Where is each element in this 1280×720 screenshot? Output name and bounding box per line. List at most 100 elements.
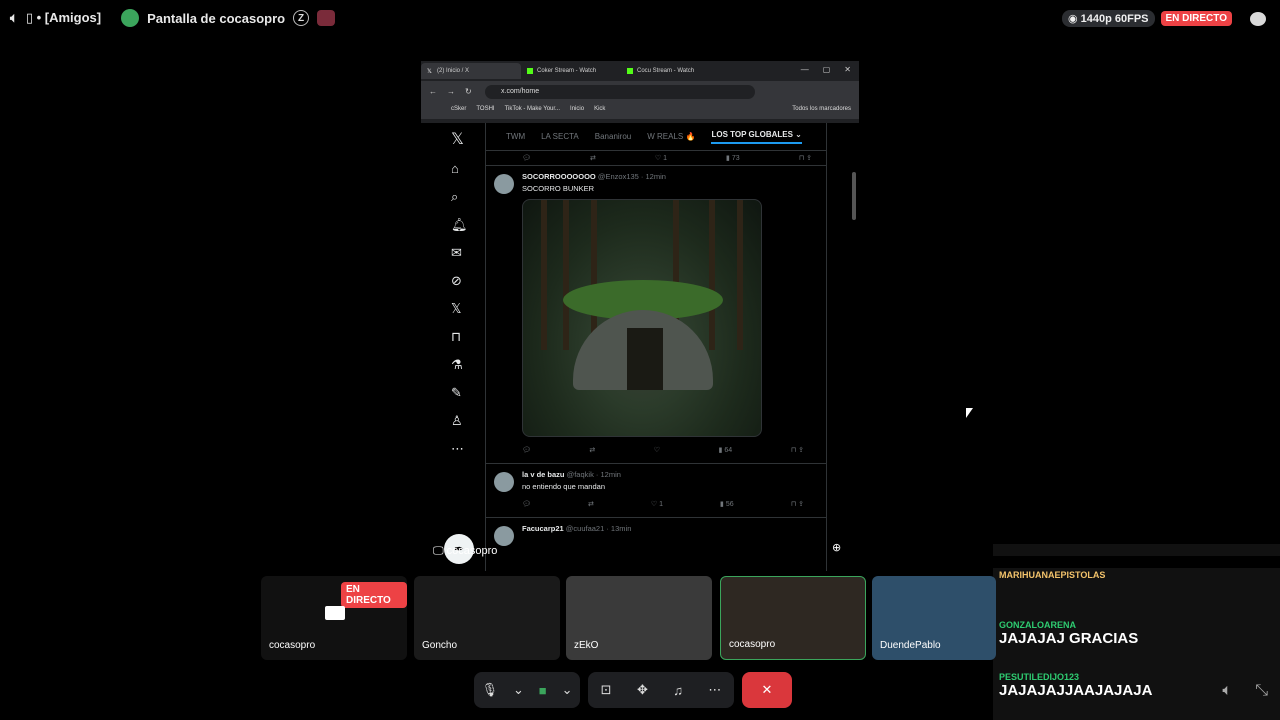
chat-message xyxy=(993,544,1280,556)
tab-la-secta[interactable]: LA SECTA xyxy=(541,132,579,141)
chat-message: PESUTILEDIJO123 JAJAJAJJAAJAJAJA 🔈︎ ⤡ xyxy=(993,670,1280,720)
tab-w-reals[interactable]: W REALS 🔥 xyxy=(647,132,695,141)
messages-icon[interactable]: ✉ xyxy=(451,245,462,261)
tweet-author[interactable]: Facucarp21 xyxy=(522,524,564,533)
timeline-tabs: TWM LA SECTA Bananirou W REALS 🔥 LOS TOP… xyxy=(486,123,826,151)
chat-message: MARIHUANAEPISTOLAS xyxy=(993,568,1280,618)
discord-icon xyxy=(121,9,140,27)
communities-icon[interactable]: ✎ xyxy=(451,385,462,401)
participant-tile[interactable]: DuendePablo xyxy=(872,576,996,660)
bookmark[interactable]: cSker xyxy=(451,106,466,119)
scrollbar[interactable] xyxy=(852,172,856,220)
reply-icon[interactable]: 💬︎ xyxy=(522,446,531,454)
quality-badge[interactable]: ◉ 1440p 60FPS xyxy=(1061,10,1155,27)
close-icon[interactable]: ✕ xyxy=(844,65,851,74)
tweet-author[interactable]: la v de bazu xyxy=(522,470,565,479)
reply-icon[interactable]: 💬︎ xyxy=(522,154,531,162)
tweet[interactable]: SOCORROOOOOOO @Enzox135 · 12min SOCORRO … xyxy=(486,165,826,463)
chat-overlay: MARIHUANAEPISTOLAS GONZALOARENA JAJAJAJ … xyxy=(993,544,1280,720)
user-avatar-icon-2 xyxy=(317,10,336,26)
premium-icon[interactable]: 𝕏 xyxy=(451,301,461,317)
chevron-down-icon[interactable]: ⌄ xyxy=(513,682,524,698)
bookmark[interactable]: Inicio xyxy=(570,106,584,119)
browser-chrome: 𝕏 (2) Inicio / X Coker Stream - Watch Coc… xyxy=(421,61,859,123)
tab-bananirou[interactable]: Bananirou xyxy=(595,132,631,141)
chat-message: GONZALOARENA JAJAJAJ GRACIAS xyxy=(993,618,1280,670)
participant-tile[interactable]: cocasopro xyxy=(720,576,866,660)
profile-icon[interactable]: ♙ xyxy=(451,413,463,429)
tweet-handle: @cuufaa21 · 13min xyxy=(565,524,632,533)
chat-text: JAJAJAJJAAJAJAJA xyxy=(999,682,1153,699)
tweet-text: no entiendo que mandan xyxy=(522,482,605,491)
forward-icon[interactable]: → xyxy=(447,87,455,96)
participant-strip: EN DIRECTO cocasopro Goncho zEkO cocasop… xyxy=(261,576,996,660)
participant-name: zEkO xyxy=(574,640,599,651)
screen-share-label: 🖵 cocasopro xyxy=(433,545,498,557)
retweet-icon[interactable]: ⇄ xyxy=(588,500,594,508)
tweet-image[interactable] xyxy=(522,199,762,437)
chevron-down-icon[interactable]: ⌄ xyxy=(562,682,573,698)
tweet[interactable]: Facucarp21 @cuufaa21 · 13min xyxy=(486,517,826,546)
activities-icon[interactable]: ✥ xyxy=(637,682,648,698)
more-icon[interactable]: ⋯ xyxy=(451,441,464,457)
like-icon[interactable]: ♡ xyxy=(654,446,660,454)
like-button[interactable]: ♡ 1 xyxy=(651,500,663,508)
chat-text: JAJAJAJ GRACIAS xyxy=(999,630,1139,647)
retweet-icon[interactable]: ⇄ xyxy=(589,446,595,454)
address-bar[interactable]: x.com/home xyxy=(485,85,755,99)
channel-prefix: ▯ • [Amigos] xyxy=(25,10,102,25)
bookmarks-bar: cSker TOSHI TikTok - Make Your... Inicio… xyxy=(421,103,859,119)
participant-tile[interactable]: Goncho xyxy=(414,576,560,660)
minimize-icon[interactable]: — xyxy=(801,65,809,74)
avatar[interactable] xyxy=(494,174,514,194)
chat-icon[interactable] xyxy=(1250,11,1266,26)
tab-twm[interactable]: TWM xyxy=(506,132,525,141)
bookmark[interactable]: Todos los marcadores xyxy=(792,106,851,119)
disconnect-button[interactable]: ✕ xyxy=(742,672,792,708)
shared-screen[interactable]: 𝕏 (2) Inicio / X Coker Stream - Watch Coc… xyxy=(421,61,859,571)
search-icon[interactable]: ⌕ xyxy=(451,189,458,205)
soundboard-icon[interactable]: ♫ xyxy=(673,683,683,698)
screen-share-button[interactable]: ⊡ xyxy=(601,682,612,698)
bookmarks-icon[interactable]: ⊓ xyxy=(451,329,461,345)
home-icon[interactable]: ⌂ xyxy=(451,161,459,176)
tab-los-top-globales[interactable]: LOS TOP GLOBALES ⌄ xyxy=(711,130,802,144)
participant-name: cocasopro xyxy=(729,639,776,650)
collapse-icon[interactable]: ⤡ xyxy=(1255,682,1268,700)
back-icon[interactable]: ← xyxy=(429,87,437,96)
retweet-icon[interactable]: ⇄ xyxy=(590,154,596,162)
zoom-icon[interactable]: ⊕ xyxy=(832,541,841,554)
bookmark[interactable]: TikTok - Make Your... xyxy=(505,106,560,119)
more-options-icon[interactable]: ⋯ xyxy=(708,682,721,698)
browser-tab[interactable]: Cocu Stream - Watch xyxy=(621,63,721,79)
bookmark[interactable]: Kick xyxy=(594,106,605,119)
like-button[interactable]: ♡ 1 xyxy=(655,154,667,162)
tweet[interactable]: la v de bazu @faqkik · 12min no entiendo… xyxy=(486,463,826,517)
notifications-icon[interactable]: 🔔︎ xyxy=(451,217,468,233)
bookmark-icon[interactable]: ⊓ ⇪ xyxy=(799,154,812,162)
bookmark[interactable]: TOSHI xyxy=(476,106,494,119)
reply-icon[interactable]: 💬︎ xyxy=(522,500,531,508)
tweet-author[interactable]: SOCORROOOOOOO xyxy=(522,172,596,181)
chat-username: PESUTILEDIJO123 xyxy=(999,672,1080,682)
volume-icon[interactable]: 🔈︎ xyxy=(1222,682,1232,700)
bookmark-icon[interactable]: ⊓ ⇪ xyxy=(791,446,804,454)
grok-icon[interactable]: ⊘ xyxy=(451,273,462,289)
browser-tab[interactable]: Coker Stream - Watch xyxy=(521,63,621,79)
bookmark-icon[interactable]: ⊓ ⇪ xyxy=(791,500,804,508)
participant-tile[interactable]: zEkO xyxy=(566,576,712,660)
microphone-icon[interactable]: 🎙︎ xyxy=(481,682,498,698)
reload-icon[interactable]: ↻ xyxy=(465,87,472,96)
tweet-handle: @faqkik · 12min xyxy=(566,470,621,479)
camera-icon[interactable]: ■ xyxy=(539,683,547,698)
avatar[interactable] xyxy=(494,526,514,546)
x-timeline: TWM LA SECTA Bananirou W REALS 🔥 LOS TOP… xyxy=(485,123,827,571)
maximize-icon[interactable]: ▢ xyxy=(823,65,831,74)
speaker-icon[interactable]: 🔈︎ xyxy=(10,10,18,26)
avatar[interactable] xyxy=(494,472,514,492)
browser-tab[interactable]: 𝕏 (2) Inicio / X xyxy=(421,63,521,79)
participant-tile[interactable]: EN DIRECTO cocasopro xyxy=(261,576,407,660)
x-sidebar: 𝕏 ⌂ ⌕ 🔔︎ ✉ ⊘ 𝕏 ⊓ ⚗ ✎ ♙ ⋯ ✒ xyxy=(421,123,485,571)
jobs-icon[interactable]: ⚗ xyxy=(451,357,463,373)
x-logo-icon[interactable]: 𝕏 xyxy=(451,129,464,149)
